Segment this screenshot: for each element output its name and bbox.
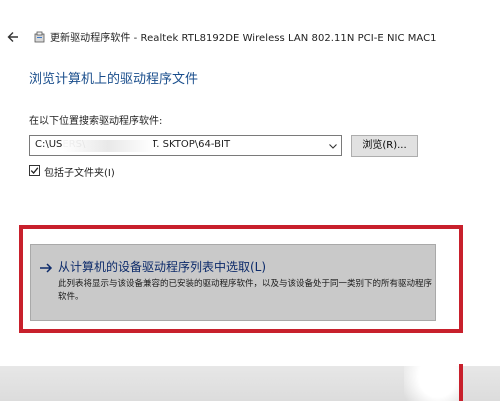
- include-subfolders-label: 包括子文件夹(I): [44, 168, 115, 179]
- check-icon: [30, 167, 39, 174]
- arrow-right-icon: [40, 263, 53, 273]
- path-value-suffix: T. SKTOP\64-BIT: [151, 139, 231, 150]
- highlight-frame-edge: [459, 364, 463, 401]
- back-arrow-icon[interactable]: [6, 30, 20, 44]
- watermark-patch: [404, 340, 460, 401]
- title-bar: 更新驱动程序软件 - Realtek RTL8192DE Wireless LA…: [0, 0, 500, 78]
- search-path-combobox[interactable]: C:\USERS\ T. SKTOP\64-BIT: [29, 135, 342, 156]
- driver-icon: [34, 31, 45, 43]
- include-subfolders-checkbox[interactable]: [29, 165, 40, 176]
- pick-from-list-option[interactable]: 从计算机的设备驱动程序列表中选取(L) 此列表将显示与该设备兼容的已安装的驱动程…: [30, 244, 436, 321]
- window-title: 更新驱动程序软件 - Realtek RTL8192DE Wireless LA…: [50, 33, 437, 44]
- chevron-down-icon[interactable]: [328, 141, 338, 151]
- pick-from-list-description: 此列表将显示与该设备兼容的已安装的驱动程序软件，以及与该设备处于同一类别下的所有…: [58, 279, 433, 302]
- search-location-label: 在以下位置搜索驱动程序软件:: [29, 116, 163, 127]
- page-heading: 浏览计算机上的驱动程序文件: [29, 72, 199, 87]
- browse-button[interactable]: 浏览(R)...: [351, 135, 418, 157]
- update-driver-window: 更新驱动程序软件 - Realtek RTL8192DE Wireless LA…: [0, 0, 500, 401]
- pick-from-list-title: 从计算机的设备驱动程序列表中选取(L): [58, 260, 267, 274]
- blurred-path-segment: [63, 140, 153, 152]
